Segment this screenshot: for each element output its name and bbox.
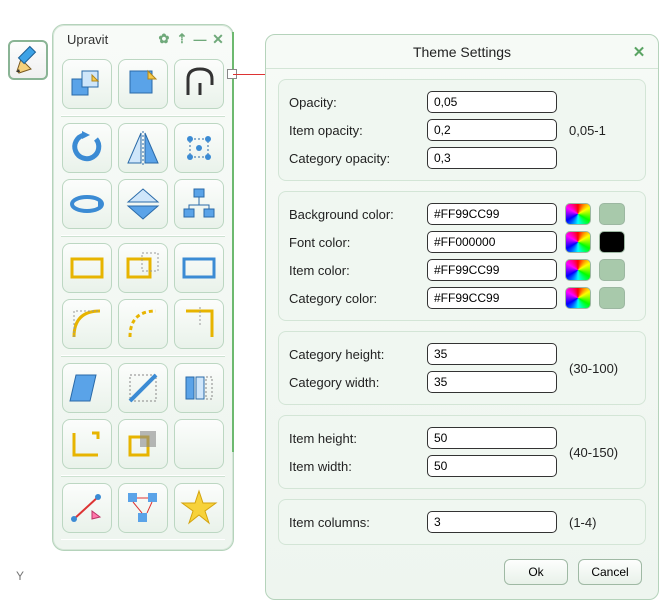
minimize-icon[interactable]: —	[193, 32, 207, 46]
color-picker-icon[interactable]	[565, 287, 591, 309]
section-item-columns: Item columns: (1-4)	[278, 499, 646, 545]
tool-corner-dashed[interactable]	[118, 299, 168, 349]
callout-line	[233, 74, 267, 75]
tool-columns[interactable]	[174, 363, 224, 413]
close-icon[interactable]: ✕	[211, 32, 225, 46]
swatch-item[interactable]	[599, 259, 625, 281]
swatch-font[interactable]	[599, 231, 625, 253]
input-item-width[interactable]	[427, 455, 557, 477]
input-item-columns[interactable]	[427, 511, 557, 533]
hint-columns-range: (1-4)	[569, 515, 596, 530]
tool-bracket-yellow[interactable]	[62, 419, 112, 469]
axis-y-label: Y	[16, 569, 24, 583]
section-colors: Background color: Font color: Item color…	[278, 191, 646, 321]
label-opacity: Opacity:	[289, 95, 427, 110]
label-item-opacity: Item opacity:	[289, 123, 427, 138]
input-category-width[interactable]	[427, 371, 557, 393]
tool-rotate-3d[interactable]	[62, 179, 112, 229]
label-item-columns: Item columns:	[289, 515, 427, 530]
input-item-color[interactable]	[427, 259, 557, 281]
tool-diagonal-cut[interactable]	[118, 363, 168, 413]
swatch-bg[interactable]	[599, 203, 625, 225]
dialog-title: Theme Settings	[413, 44, 511, 60]
tool-edge-cut[interactable]	[174, 299, 224, 349]
tool-org-chart[interactable]	[174, 179, 224, 229]
color-picker-icon[interactable]	[565, 203, 591, 225]
label-category-opacity: Category opacity:	[289, 151, 427, 166]
pin-icon[interactable]: ⇡	[175, 32, 189, 46]
hint-item-range: (40-150)	[569, 445, 618, 460]
color-picker-icon[interactable]	[565, 231, 591, 253]
tool-skew-blue[interactable]	[62, 363, 112, 413]
section-item-size: Item height: (40-150) Item width:	[278, 415, 646, 489]
tool-mirror-horizontal[interactable]	[118, 179, 168, 229]
input-bg-color[interactable]	[427, 203, 557, 225]
tool-rotate-ccw[interactable]	[62, 123, 112, 173]
section-category-size: Category height: (30-100) Category width…	[278, 331, 646, 405]
dialog-header: Theme Settings ✕	[266, 35, 658, 69]
tool-overlap-squares[interactable]	[118, 419, 168, 469]
tool-nodes-connect[interactable]	[118, 483, 168, 533]
tool-paste-into[interactable]	[62, 59, 112, 109]
pencil-tool[interactable]	[8, 40, 48, 80]
theme-settings-dialog: Theme Settings ✕ Opacity: Item opacity: …	[265, 34, 659, 600]
tool-frame-yellow[interactable]	[62, 243, 112, 293]
palette-title: Upravit	[67, 32, 157, 47]
input-item-opacity[interactable]	[427, 119, 557, 141]
tool-corner-curve[interactable]	[62, 299, 112, 349]
section-opacity: Opacity: Item opacity: 0,05-1 Category o…	[278, 79, 646, 181]
label-category-height: Category height:	[289, 347, 427, 362]
input-category-height[interactable]	[427, 343, 557, 365]
tool-mirror-vertical[interactable]	[118, 123, 168, 173]
input-category-opacity[interactable]	[427, 147, 557, 169]
tool-blank[interactable]	[174, 419, 224, 469]
guide-line-vertical	[232, 32, 234, 452]
input-category-color[interactable]	[427, 287, 557, 309]
pencil-icon	[13, 45, 43, 75]
input-item-height[interactable]	[427, 427, 557, 449]
label-bg-color: Background color:	[289, 207, 427, 222]
label-item-width: Item width:	[289, 459, 427, 474]
color-picker-icon[interactable]	[565, 259, 591, 281]
input-font-color[interactable]	[427, 231, 557, 253]
hint-category-range: (30-100)	[569, 361, 618, 376]
input-opacity[interactable]	[427, 91, 557, 113]
ok-button[interactable]: Ok	[504, 559, 568, 585]
tool-frame-blue[interactable]	[174, 243, 224, 293]
dialog-close-icon[interactable]: ✕	[630, 43, 648, 61]
swatch-category[interactable]	[599, 287, 625, 309]
tool-palette: Upravit ✿ ⇡ — ✕	[52, 24, 234, 551]
tool-burst[interactable]	[174, 483, 224, 533]
tool-send-down[interactable]	[118, 59, 168, 109]
label-category-color: Category color:	[289, 291, 427, 306]
tool-door-shape[interactable]	[174, 59, 224, 109]
palette-header: Upravit ✿ ⇡ — ✕	[53, 25, 233, 53]
tool-handles-grid[interactable]	[174, 123, 224, 173]
label-item-height: Item height:	[289, 431, 427, 446]
tool-frame-overlap[interactable]	[118, 243, 168, 293]
label-item-color: Item color:	[289, 263, 427, 278]
gear-icon[interactable]: ✿	[157, 32, 171, 46]
hint-opacity-range: 0,05-1	[569, 123, 606, 138]
label-font-color: Font color:	[289, 235, 427, 250]
tool-line-edit[interactable]	[62, 483, 112, 533]
label-category-width: Category width:	[289, 375, 427, 390]
cancel-button[interactable]: Cancel	[578, 559, 642, 585]
